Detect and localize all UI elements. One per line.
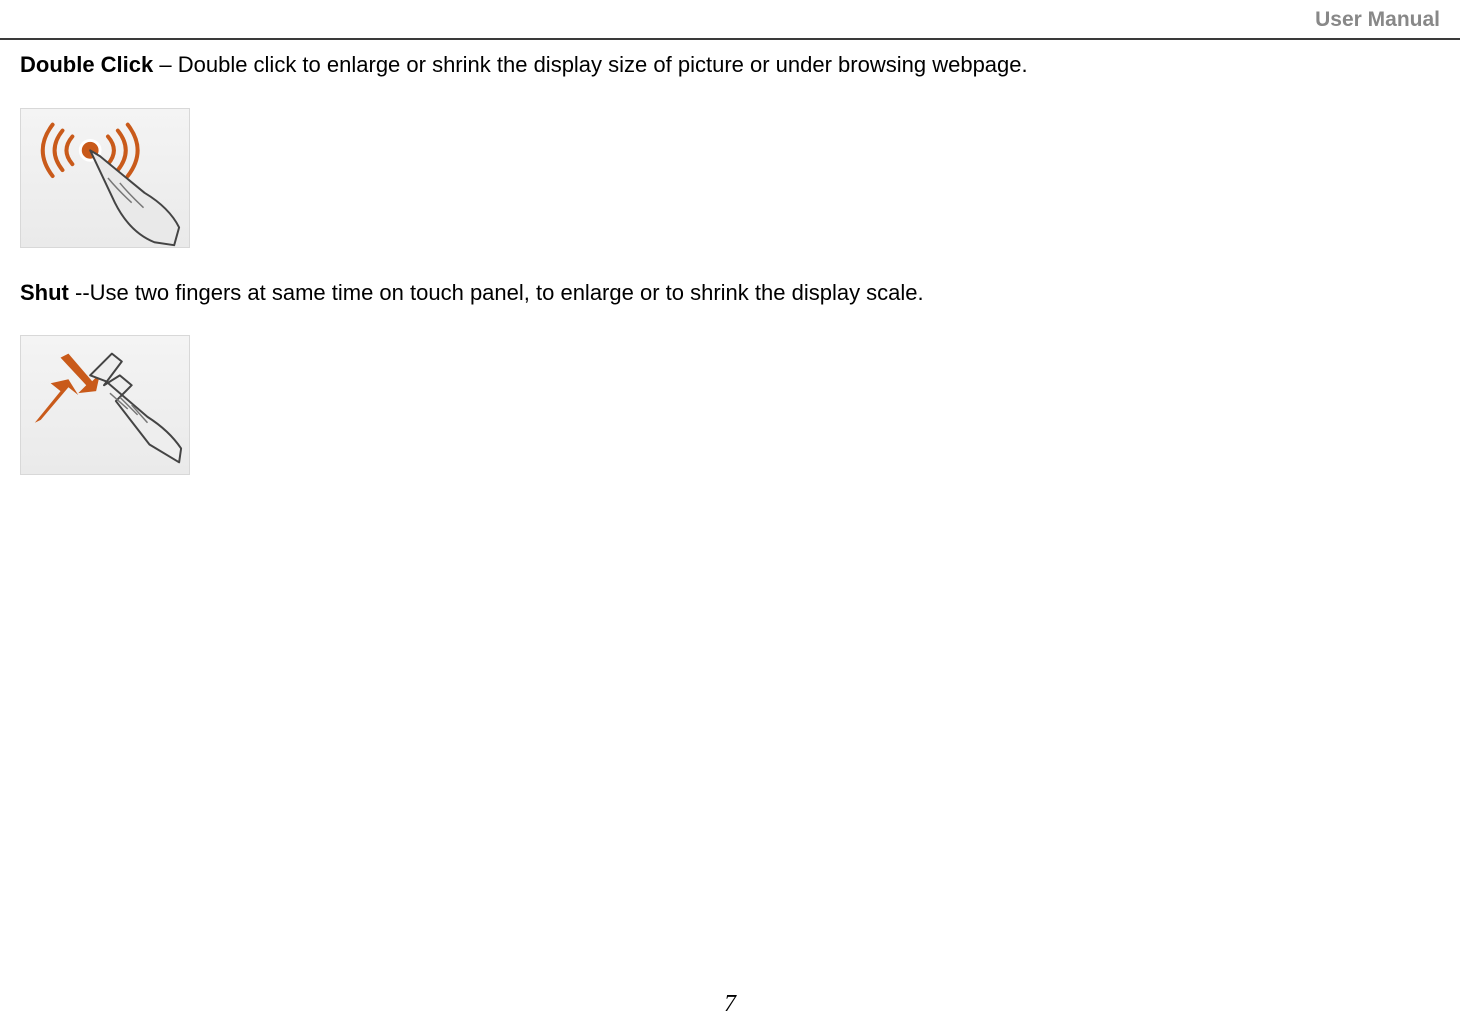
- shut-label: Shut: [20, 280, 69, 305]
- shut-description: Use two fingers at same time on touch pa…: [90, 280, 924, 305]
- double-click-description: Double click to enlarge or shrink the di…: [178, 52, 1028, 77]
- double-click-label: Double Click: [20, 52, 153, 77]
- double-click-gesture-icon: [21, 108, 189, 248]
- page-header: User Manual: [0, 0, 1460, 40]
- double-click-separator: –: [153, 52, 177, 77]
- page-number: 7: [0, 991, 1460, 1018]
- shut-separator: --: [69, 280, 90, 305]
- double-click-paragraph: Double Click – Double click to enlarge o…: [20, 50, 1440, 80]
- shut-paragraph: Shut --Use two fingers at same time on t…: [20, 278, 1440, 308]
- header-title: User Manual: [1315, 8, 1440, 31]
- shut-illustration: [20, 335, 190, 475]
- pinch-gesture-icon: [21, 335, 189, 475]
- page-content: Double Click – Double click to enlarge o…: [20, 50, 1440, 505]
- double-click-illustration: [20, 108, 190, 248]
